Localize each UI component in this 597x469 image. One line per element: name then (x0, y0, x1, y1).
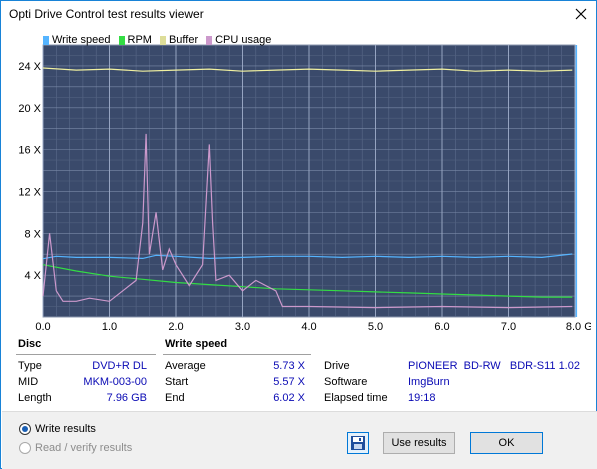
legend-swatch (118, 35, 125, 45)
radio-unselected-icon (19, 442, 31, 454)
y-tick-label: 24 X (18, 61, 41, 73)
end-label: End (165, 392, 185, 404)
software-value: ImgBurn (408, 376, 450, 388)
legend-label: Write speed (52, 34, 111, 46)
disc-mid-label: MID (18, 376, 39, 388)
speed-chart: 4 X 8 X 12 X 16 X 20 X 24 X 0.0 1.0 2.0 3.0 4.0 5.0… (18, 44, 591, 333)
start-label: Start (165, 376, 189, 388)
legend-item-buffer: Buffer (159, 34, 199, 46)
x-tick-label: 4.0 (301, 321, 316, 333)
close-button[interactable] (570, 3, 592, 25)
chart-panel: 4 X 8 X 12 X 16 X 20 X 24 X 0.0 1.0 2.0 3.0 4.0 5.0… (8, 29, 591, 334)
write-results-label: Write results (35, 423, 96, 435)
chart-legend: Write speed RPM Buffer CPU usage (43, 33, 275, 47)
disc-separator (16, 354, 156, 355)
use-results-button[interactable]: Use results (383, 432, 455, 454)
save-button[interactable] (347, 432, 369, 454)
disc-type-label: Type (18, 360, 42, 372)
window-title: Opti Drive Control test results viewer (9, 7, 204, 21)
results-viewer-window: Opti Drive Control test results viewer 4… (0, 0, 597, 469)
x-tick-label: 2.0 (168, 321, 183, 333)
ok-button[interactable]: OK (470, 432, 543, 454)
close-icon (575, 8, 587, 20)
y-tick-label: 20 X (18, 103, 41, 115)
write-results-radio[interactable]: Write results (19, 423, 96, 435)
legend-label: Buffer (168, 34, 199, 46)
x-tick-label: 1.0 (102, 321, 117, 333)
elapsed-time-label: Elapsed time (324, 392, 388, 404)
write-speed-section-title: Write speed (165, 338, 228, 350)
drive-label: Drive (324, 360, 350, 372)
end-value: 6.02 X (273, 392, 305, 404)
legend-swatch (206, 35, 213, 45)
legend-label: RPM (127, 34, 152, 46)
disc-length-label: Length (18, 392, 52, 404)
average-value: 5.73 X (273, 360, 305, 372)
legend-swatch (159, 35, 166, 45)
disc-length-value: 7.96 GB (106, 392, 147, 404)
x-tick-label: 3.0 (235, 321, 250, 333)
average-label: Average (165, 360, 206, 372)
legend-swatch (43, 35, 49, 45)
title-bar: Opti Drive Control test results viewer (1, 1, 596, 27)
disc-type-value: DVD+R DL (92, 360, 147, 372)
start-value: 5.57 X (273, 376, 305, 388)
y-tick-label: 4 X (24, 270, 41, 282)
floppy-disk-icon (351, 436, 365, 450)
disc-mid-value: MKM-003-00 (83, 376, 147, 388)
x-tick-label: 8.0 GB (566, 321, 591, 333)
read-verify-results-label: Read / verify results (35, 442, 133, 454)
x-tick-label: 0.0 (35, 321, 50, 333)
x-tick-label: 7.0 (501, 321, 516, 333)
legend-label: CPU usage (215, 34, 272, 46)
y-tick-label: 16 X (18, 145, 41, 157)
elapsed-time-value: 19:18 (408, 392, 436, 404)
y-tick-label: 8 X (24, 228, 41, 240)
software-label: Software (324, 376, 368, 388)
write-speed-separator (163, 354, 311, 355)
y-tick-label: 12 X (18, 186, 41, 198)
radio-selected-icon (19, 423, 31, 435)
legend-item-rpm: RPM (118, 34, 152, 46)
x-tick-label: 6.0 (434, 321, 449, 333)
read-verify-results-radio[interactable]: Read / verify results (19, 442, 132, 454)
legend-item-write-speed: Write speed (43, 34, 111, 46)
disc-section-title: Disc (18, 338, 42, 350)
legend-item-cpu-usage: CPU usage (206, 34, 271, 46)
x-tick-label: 5.0 (368, 321, 383, 333)
drive-value: PIONEER BD-RW BDR-S11 1.02 (408, 360, 580, 372)
